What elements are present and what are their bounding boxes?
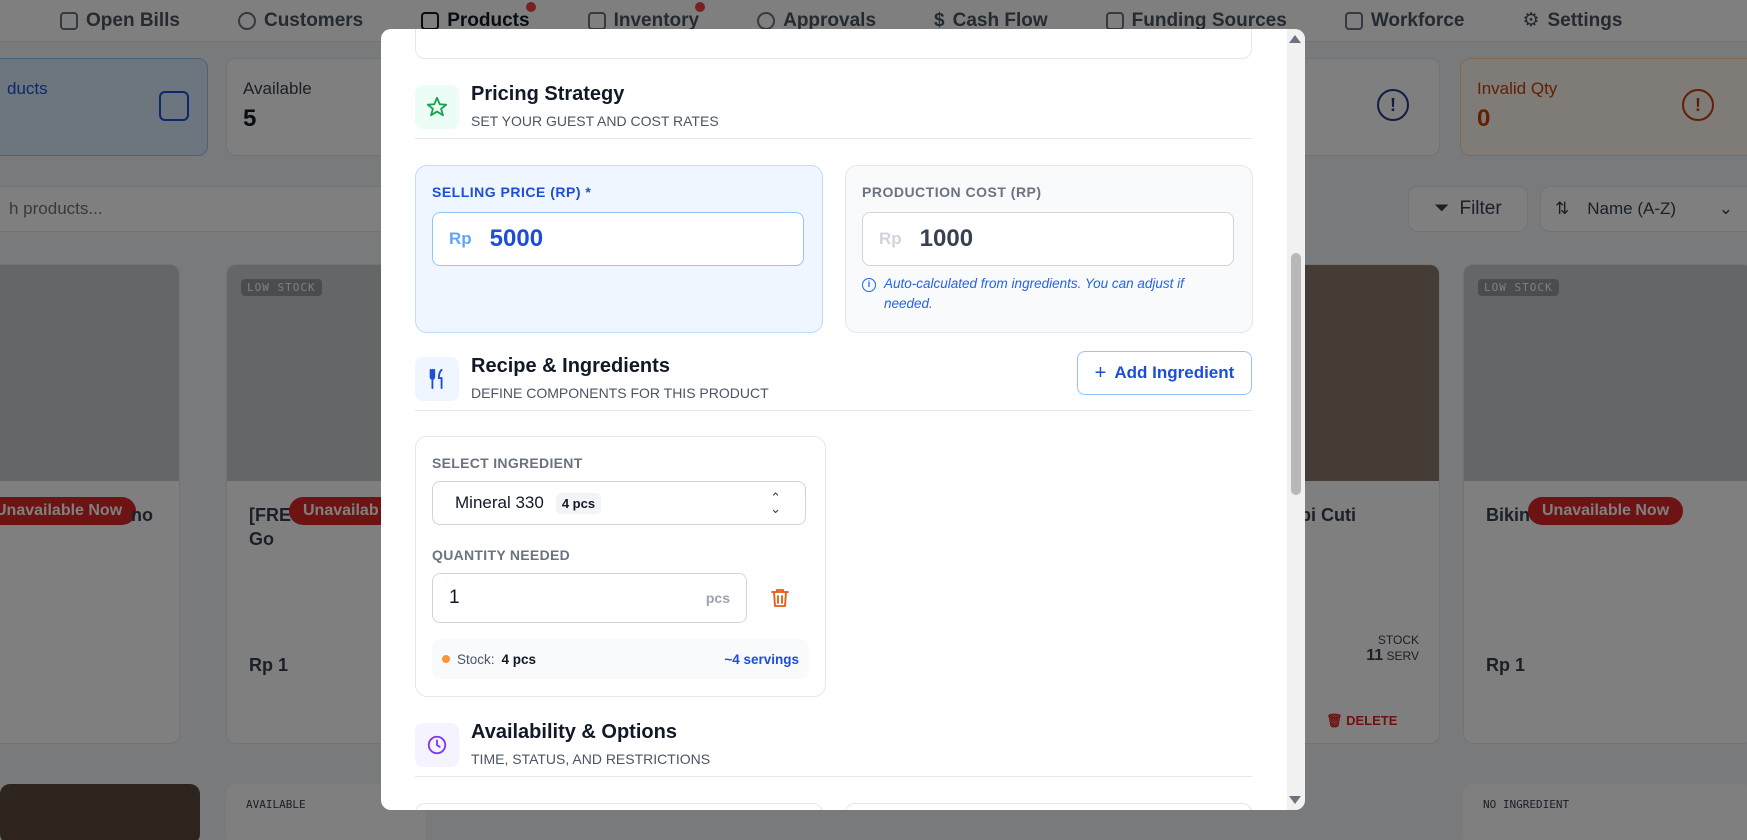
chevron-up-down-icon: ⌃ ⌄ [770, 490, 781, 516]
modal-scrollbar[interactable] [1287, 29, 1305, 810]
availability-section-header: Availability & Options TIME, STATUS, AND… [415, 717, 1252, 777]
clock-icon [415, 723, 459, 767]
ingredient-stock-badge: 4 pcs [555, 492, 602, 514]
quantity-value: 1 [449, 587, 460, 608]
stock-value: 4 pcs [501, 651, 537, 667]
select-ingredient-label: SELECT INGREDIENT [432, 455, 583, 471]
scroll-up-arrow-icon[interactable] [1289, 35, 1301, 43]
selling-price-label: SELLING PRICE (RP) * [432, 184, 592, 200]
ingredient-name: Mineral 330 [455, 493, 544, 512]
next-section-box [845, 803, 1252, 810]
previous-section-box [415, 29, 1252, 59]
pricing-section-header: Pricing Strategy SET YOUR GUEST AND COST… [415, 79, 1252, 139]
scrollbar-thumb[interactable] [1291, 253, 1301, 495]
currency-prefix: Rp [879, 229, 902, 248]
selling-price-value: 5000 [489, 225, 544, 252]
quantity-unit: pcs [705, 590, 730, 606]
trash-icon[interactable] [771, 588, 789, 608]
section-subtitle: DEFINE COMPONENTS FOR THIS PRODUCT [471, 385, 769, 401]
quantity-input[interactable]: 1 pcs [432, 573, 747, 623]
production-cost-value: 1000 [919, 225, 974, 252]
next-section-box [415, 803, 823, 810]
stock-info-row: Stock: 4 pcs ~4 servings [432, 639, 809, 679]
quantity-row: 1 pcs [432, 573, 809, 623]
selling-price-input[interactable]: Rp 5000 [432, 212, 804, 266]
scroll-down-arrow-icon[interactable] [1289, 796, 1301, 804]
quantity-label: QUANTITY NEEDED [432, 547, 571, 563]
servings-estimate: ~4 servings [724, 651, 799, 667]
production-cost-box: PRODUCTION COST (RP) Rp 1000 i Auto-calc… [845, 165, 1253, 333]
section-title: Pricing Strategy [471, 83, 625, 105]
section-title: Availability & Options [471, 721, 677, 743]
add-ingredient-button[interactable]: + Add Ingredient [1077, 351, 1252, 395]
selling-price-box: SELLING PRICE (RP) * Rp 5000 [415, 165, 823, 333]
edit-product-modal: Pricing Strategy SET YOUR GUEST AND COST… [381, 29, 1305, 810]
section-subtitle: TIME, STATUS, AND RESTRICTIONS [471, 751, 711, 767]
production-cost-input[interactable]: Rp 1000 [862, 212, 1234, 266]
ingredient-card: SELECT INGREDIENT Mineral 330 4 pcs ⌃ ⌄ Q… [415, 436, 826, 697]
ingredient-select[interactable]: Mineral 330 4 pcs ⌃ ⌄ [432, 481, 806, 525]
section-title: Recipe & Ingredients [471, 355, 670, 377]
recipe-section-header: Recipe & Ingredients DEFINE COMPONENTS F… [415, 351, 1252, 411]
add-ingredient-label: Add Ingredient [1114, 363, 1235, 382]
stock-status-dot [442, 655, 450, 663]
stock-label: Stock: [457, 651, 495, 667]
star-icon [415, 85, 459, 129]
production-cost-label: PRODUCTION COST (RP) [862, 184, 1042, 200]
section-subtitle: SET YOUR GUEST AND COST RATES [471, 113, 719, 129]
info-icon: i [862, 278, 876, 292]
cost-note: i Auto-calculated from ingredients. You … [862, 274, 1236, 314]
utensils-icon [415, 357, 459, 401]
currency-prefix: Rp [449, 229, 472, 248]
cost-note-text: Auto-calculated from ingredients. You ca… [884, 276, 1184, 311]
plus-icon: + [1094, 361, 1107, 384]
